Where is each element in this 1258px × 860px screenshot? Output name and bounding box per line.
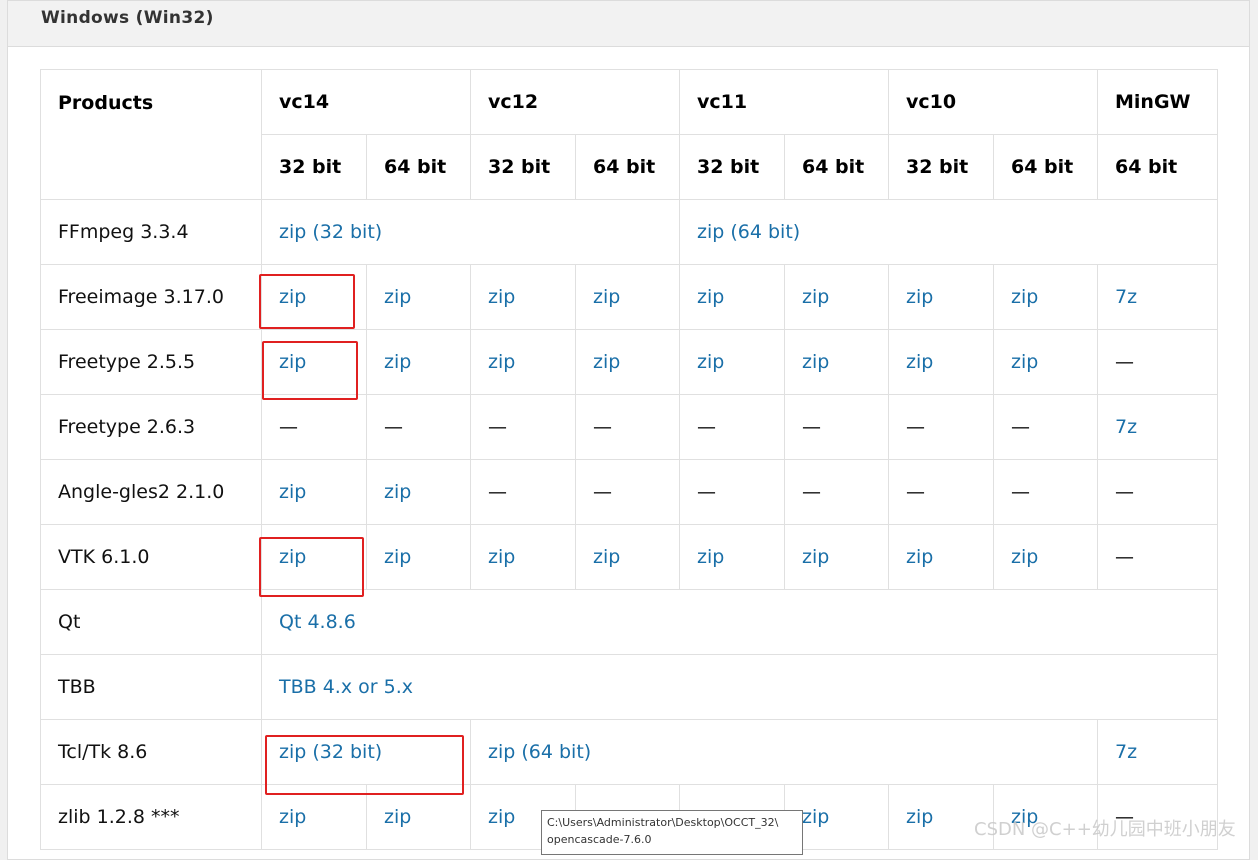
download-link[interactable]: zip	[488, 286, 515, 308]
download-link[interactable]: zip	[384, 806, 411, 828]
tooltip-line: C:\Users\Administrator\Desktop\OCCT_32\	[547, 816, 779, 829]
download-link[interactable]: zip	[1011, 351, 1038, 373]
download-link[interactable]: zip	[279, 351, 306, 373]
table-row-tbb: TBB TBB 4.x or 5.x	[40, 654, 1218, 720]
download-link[interactable]: zip (64 bit)	[697, 221, 800, 243]
download-link[interactable]: zip	[1011, 286, 1038, 308]
download-link[interactable]: zip	[802, 806, 829, 828]
download-link[interactable]: zip	[593, 351, 620, 373]
unavailable-dash: —	[802, 416, 821, 438]
bit-header: 64 bit	[366, 134, 471, 200]
download-link[interactable]: zip	[697, 286, 724, 308]
product-name: Freetype 2.5.5	[40, 329, 262, 395]
unavailable-dash: —	[697, 416, 716, 438]
download-link[interactable]: zip	[384, 481, 411, 503]
download-link[interactable]: zip	[802, 546, 829, 568]
unavailable-dash: —	[1115, 546, 1134, 568]
download-link[interactable]: zip	[906, 351, 933, 373]
download-link[interactable]: zip (32 bit)	[279, 221, 382, 243]
download-link[interactable]: zip	[802, 286, 829, 308]
product-name: Tcl/Tk 8.6	[40, 719, 262, 785]
compiler-header-vc14: vc14	[261, 69, 471, 135]
bit-header: 64 bit	[575, 134, 680, 200]
compiler-header-vc12: vc12	[470, 69, 680, 135]
path-tooltip: C:\Users\Administrator\Desktop\OCCT_32\ …	[541, 810, 803, 855]
unavailable-dash: —	[1011, 481, 1030, 503]
bit-header: 64 bit	[993, 134, 1098, 200]
header-row-compilers: Products vc14 vc12 vc11 vc10 MinGW	[40, 69, 1218, 200]
unavailable-dash: —	[1115, 481, 1134, 503]
download-link[interactable]: zip	[488, 546, 515, 568]
download-link[interactable]: TBB 4.x or 5.x	[279, 676, 413, 698]
unavailable-dash: —	[1011, 416, 1030, 438]
unavailable-dash: —	[593, 416, 612, 438]
download-link[interactable]: zip	[279, 286, 306, 308]
unavailable-dash: —	[279, 416, 298, 438]
table-row-freetype-263: Freetype 2.6.3 — — — — — — — — 7z	[40, 394, 1218, 460]
product-name: FFmpeg 3.3.4	[40, 199, 262, 265]
table-row-ffmpeg: FFmpeg 3.3.4 zip (32 bit) zip (64 bit)	[40, 199, 1218, 265]
unavailable-dash: —	[488, 481, 507, 503]
compiler-header-mingw: MinGW	[1097, 69, 1218, 135]
unavailable-dash: —	[802, 481, 821, 503]
products-table: Products vc14 vc12 vc11 vc10 MinGW 32 bi…	[40, 69, 1218, 850]
product-name: Qt	[40, 589, 262, 655]
download-link[interactable]: 7z	[1115, 416, 1137, 438]
download-link[interactable]: zip	[697, 546, 724, 568]
bit-header: 64 bit	[1097, 134, 1218, 200]
download-link[interactable]: zip	[906, 806, 933, 828]
download-link[interactable]: zip	[279, 481, 306, 503]
product-name: Freetype 2.6.3	[40, 394, 262, 460]
table-row-freeimage: Freeimage 3.17.0 zip zip zip zip zip zip…	[40, 264, 1218, 330]
unavailable-dash: —	[488, 416, 507, 438]
watermark: CSDN @C++幼儿园中班小朋友	[974, 819, 1236, 840]
download-link[interactable]: zip	[906, 546, 933, 568]
unavailable-dash: —	[906, 481, 925, 503]
download-link[interactable]: zip	[697, 351, 724, 373]
unavailable-dash: —	[697, 481, 716, 503]
download-link[interactable]: zip (64 bit)	[488, 741, 591, 763]
unavailable-dash: —	[593, 481, 612, 503]
table-row-vtk: VTK 6.1.0 zip zip zip zip zip zip zip zi…	[40, 524, 1218, 590]
unavailable-dash: —	[1115, 351, 1134, 373]
unavailable-dash: —	[384, 416, 403, 438]
download-link[interactable]: zip	[384, 286, 411, 308]
download-link[interactable]: zip (32 bit)	[279, 741, 382, 763]
unavailable-dash: —	[906, 416, 925, 438]
table-row-qt: Qt Qt 4.8.6	[40, 589, 1218, 655]
products-header: Products	[40, 69, 262, 200]
download-link[interactable]: 7z	[1115, 741, 1137, 763]
download-link[interactable]: zip	[802, 351, 829, 373]
download-link[interactable]: zip	[1011, 546, 1038, 568]
download-link[interactable]: zip	[906, 286, 933, 308]
download-link[interactable]: zip	[488, 351, 515, 373]
bit-header: 64 bit	[784, 134, 889, 200]
product-name: Freeimage 3.17.0	[40, 264, 262, 330]
download-link[interactable]: zip	[384, 351, 411, 373]
download-link[interactable]: 7z	[1115, 286, 1137, 308]
download-link[interactable]: zip	[279, 806, 306, 828]
download-link[interactable]: zip	[593, 546, 620, 568]
download-link[interactable]: Qt 4.8.6	[279, 611, 356, 633]
bit-header: 32 bit	[888, 134, 994, 200]
table-row-freetype-255: Freetype 2.5.5 zip zip zip zip zip zip z…	[40, 329, 1218, 395]
product-name: Angle-gles2 2.1.0	[40, 459, 262, 525]
bit-header: 32 bit	[261, 134, 367, 200]
product-name: VTK 6.1.0	[40, 524, 262, 590]
download-link[interactable]: zip	[593, 286, 620, 308]
download-link[interactable]: zip	[279, 546, 306, 568]
table-row-tcltk: Tcl/Tk 8.6 zip (32 bit) zip (64 bit) 7z	[40, 719, 1218, 785]
bit-header: 32 bit	[679, 134, 785, 200]
download-link[interactable]: zip	[384, 546, 411, 568]
section-title: Windows (Win32)	[41, 8, 214, 28]
product-name: zlib 1.2.8 ***	[40, 784, 262, 850]
compiler-header-vc10: vc10	[888, 69, 1098, 135]
panel-header: Windows (Win32)	[8, 1, 1249, 47]
table-row-angle: Angle-gles2 2.1.0 zip zip — — — — — — —	[40, 459, 1218, 525]
download-link[interactable]: zip	[488, 806, 515, 828]
product-name: TBB	[40, 654, 262, 720]
compiler-header-vc11: vc11	[679, 69, 889, 135]
bit-header: 32 bit	[470, 134, 576, 200]
tooltip-line: opencascade-7.6.0	[547, 833, 652, 846]
